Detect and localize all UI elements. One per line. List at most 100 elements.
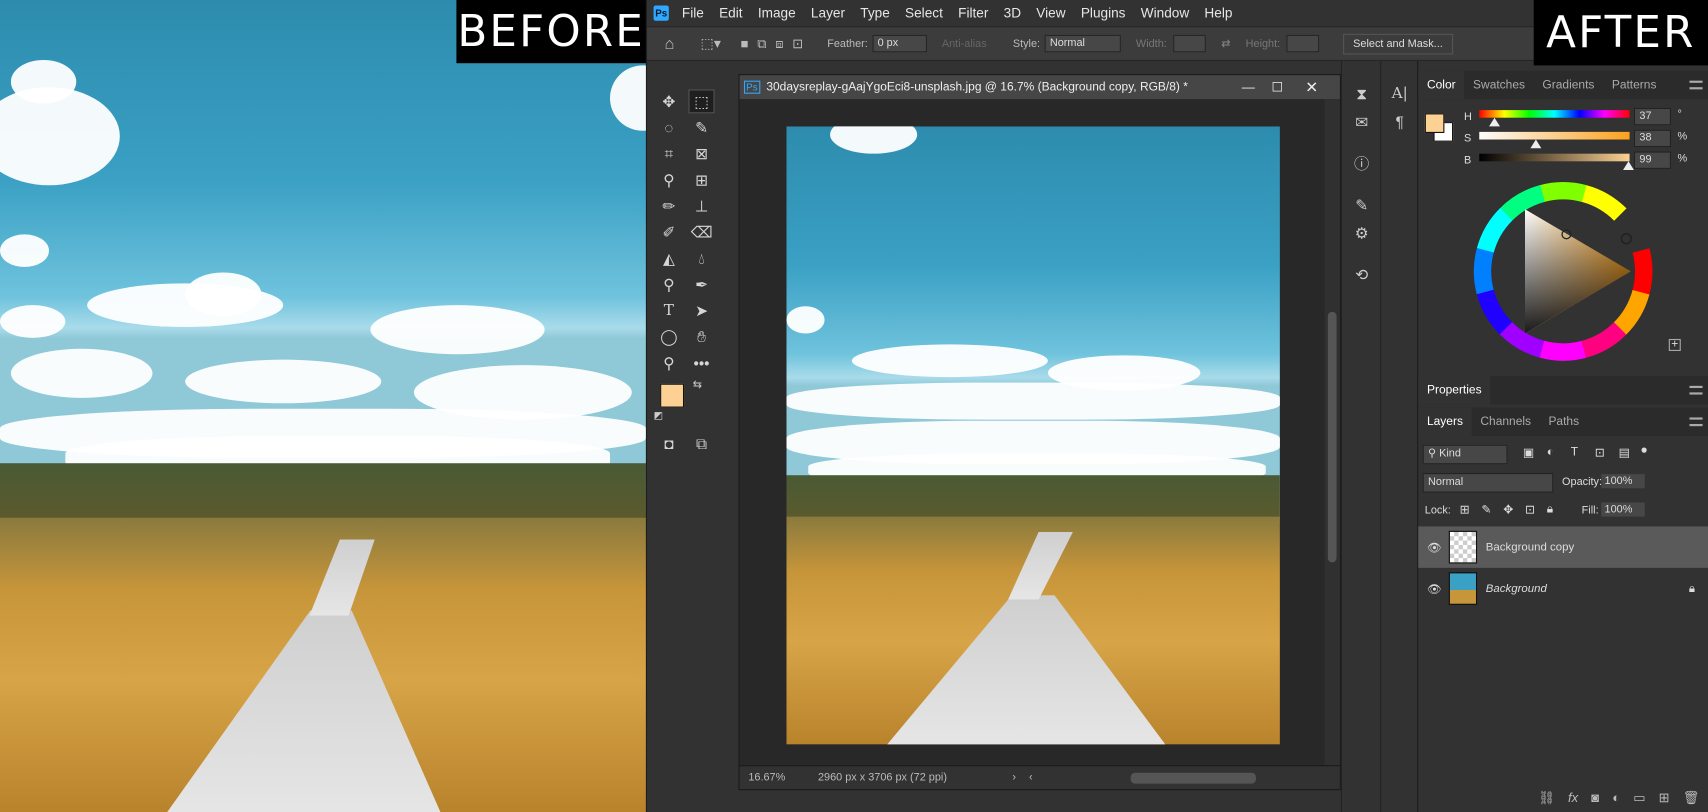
- menu-file[interactable]: File: [682, 5, 704, 20]
- swap-icon[interactable]: ⇄: [1221, 38, 1230, 50]
- layer-row[interactable]: 👁︎ Background copy: [1418, 526, 1708, 568]
- eyedropper-tool-icon[interactable]: ⚲: [656, 168, 682, 192]
- intersect-selection-icon[interactable]: ⊡: [792, 36, 803, 51]
- delete-layer-icon[interactable]: 🗑︎: [1683, 790, 1700, 805]
- subtract-selection-icon[interactable]: ⧈: [775, 35, 783, 51]
- info-icon[interactable]: ⓘ: [1351, 153, 1373, 175]
- fill-input[interactable]: 100%: [1601, 502, 1645, 517]
- h-value[interactable]: 37: [1633, 107, 1671, 126]
- comments-icon[interactable]: ✉: [1351, 111, 1373, 133]
- ellipse-tool-icon[interactable]: ◯: [656, 325, 682, 349]
- lasso-tool-icon[interactable]: ◌: [656, 116, 682, 140]
- new-layer-icon[interactable]: ⊞: [1659, 790, 1670, 805]
- adjustments-icon[interactable]: ⚙: [1351, 222, 1373, 244]
- eye-icon[interactable]: 👁︎: [1427, 540, 1444, 554]
- foreground-color-swatch[interactable]: [660, 383, 685, 408]
- move-tool-icon[interactable]: ✥: [656, 89, 682, 113]
- menu-image[interactable]: Image: [758, 5, 796, 20]
- saturation-slider[interactable]: [1479, 131, 1630, 149]
- menu-edit[interactable]: Edit: [719, 5, 742, 20]
- swap-colors-icon[interactable]: ⇆: [693, 379, 702, 391]
- lock-transparent-icon[interactable]: ⊞: [1460, 502, 1470, 517]
- fx-icon[interactable]: fx: [1568, 790, 1578, 805]
- filter-toggle-icon[interactable]: ●: [1640, 444, 1647, 457]
- frame-tool-icon[interactable]: ⊠: [688, 142, 714, 166]
- tab-properties[interactable]: Properties: [1418, 376, 1491, 405]
- panel-menu-icon[interactable]: [1689, 80, 1703, 90]
- new-group-icon[interactable]: ▭: [1633, 790, 1645, 805]
- tab-swatches[interactable]: Swatches: [1464, 71, 1533, 99]
- tab-color[interactable]: Color: [1418, 70, 1465, 100]
- link-layers-icon[interactable]: ⛓: [1538, 790, 1555, 805]
- stamp-tool-icon[interactable]: ⊥: [688, 194, 714, 218]
- b-value[interactable]: 99: [1633, 151, 1671, 169]
- filter-adjustment-icon[interactable]: ◐: [1547, 446, 1554, 459]
- layer-name[interactable]: Background copy: [1486, 541, 1574, 554]
- maximize-button[interactable]: ☐: [1271, 80, 1283, 95]
- opacity-input[interactable]: 100%: [1601, 474, 1645, 489]
- zoom-level[interactable]: 16.67%: [748, 772, 785, 784]
- path-select-tool-icon[interactable]: ➤: [688, 299, 714, 323]
- filter-smart-icon[interactable]: ▤: [1619, 446, 1630, 460]
- history-icon[interactable]: ⧗: [1351, 83, 1373, 105]
- chevron-right-icon[interactable]: ›: [1012, 772, 1016, 784]
- kind-filter[interactable]: ⚲ Kind: [1422, 444, 1508, 465]
- tab-layers[interactable]: Layers: [1418, 407, 1472, 436]
- brightness-slider[interactable]: [1479, 153, 1634, 171]
- menu-window[interactable]: Window: [1141, 5, 1189, 20]
- lock-all-icon[interactable]: 🔒︎: [1547, 502, 1553, 516]
- height-input[interactable]: [1286, 34, 1320, 53]
- filter-pixel-icon[interactable]: ▣: [1523, 446, 1534, 460]
- blend-mode-select[interactable]: Normal: [1422, 473, 1554, 493]
- lock-position-icon[interactable]: ✥: [1503, 502, 1513, 517]
- more-tools-icon[interactable]: •••: [688, 351, 714, 375]
- patch-tool-icon[interactable]: ⊞: [688, 168, 714, 192]
- canvas-area[interactable]: [739, 99, 1326, 768]
- feather-input[interactable]: 0 px: [872, 34, 927, 53]
- select-and-mask-button[interactable]: Select and Mask...: [1343, 33, 1453, 54]
- menu-3d[interactable]: 3D: [1004, 5, 1021, 20]
- properties-menu-icon[interactable]: [1689, 385, 1703, 395]
- add-mask-icon[interactable]: ◙: [1591, 790, 1599, 805]
- horizontal-scrollbar[interactable]: [1130, 772, 1256, 784]
- marquee-preset-icon[interactable]: ⬚▾: [700, 35, 720, 52]
- paragraph-icon[interactable]: ¶: [1389, 111, 1411, 133]
- brushes-icon[interactable]: ✎: [1351, 194, 1373, 216]
- marquee-tool-icon[interactable]: ⬚: [688, 89, 715, 114]
- layer-row[interactable]: 👁︎ Background 🔒︎: [1418, 568, 1708, 609]
- layers-menu-icon[interactable]: [1689, 417, 1703, 427]
- vertical-scrollbar[interactable]: [1324, 99, 1340, 768]
- color-wheel[interactable]: [1471, 179, 1656, 364]
- brush-tool-icon[interactable]: ✏: [656, 194, 682, 218]
- actions-icon[interactable]: ⟲: [1351, 264, 1373, 286]
- lock-pixels-icon[interactable]: ✎: [1481, 502, 1491, 517]
- menu-plugins[interactable]: Plugins: [1081, 5, 1126, 20]
- antialias-checkbox[interactable]: Anti-alias: [942, 38, 987, 50]
- menu-select[interactable]: Select: [905, 5, 943, 20]
- close-button[interactable]: ✕: [1305, 78, 1318, 97]
- style-select[interactable]: Normal: [1044, 34, 1121, 53]
- adjustment-layer-icon[interactable]: ◐: [1612, 790, 1620, 805]
- add-to-swatches-icon[interactable]: +: [1668, 338, 1681, 351]
- eraser-tool-icon[interactable]: ⌫: [688, 220, 714, 244]
- default-colors-icon[interactable]: ◩: [654, 410, 663, 422]
- color-fg-swatch[interactable]: [1424, 113, 1445, 133]
- screen-mode-icon[interactable]: ⧉: [688, 432, 714, 456]
- new-selection-icon[interactable]: ■: [741, 36, 749, 51]
- menu-help[interactable]: Help: [1204, 5, 1232, 20]
- add-selection-icon[interactable]: ⧉: [757, 35, 766, 51]
- menu-filter[interactable]: Filter: [958, 5, 988, 20]
- tab-paths[interactable]: Paths: [1540, 408, 1588, 436]
- width-input[interactable]: [1173, 34, 1207, 53]
- tab-channels[interactable]: Channels: [1472, 408, 1540, 436]
- menu-layer[interactable]: Layer: [811, 5, 845, 20]
- scroll-left-icon[interactable]: ‹: [1029, 772, 1033, 784]
- menu-type[interactable]: Type: [860, 5, 890, 20]
- minimize-button[interactable]: —: [1242, 80, 1255, 95]
- lock-artboard-icon[interactable]: ⊡: [1525, 502, 1535, 517]
- history-brush-icon[interactable]: ✐: [656, 220, 682, 244]
- s-value[interactable]: 38: [1633, 129, 1671, 148]
- quick-select-tool-icon[interactable]: ✎: [688, 116, 714, 140]
- bucket-tool-icon[interactable]: ◭: [656, 246, 682, 270]
- quick-mask-icon[interactable]: ◘: [656, 432, 682, 456]
